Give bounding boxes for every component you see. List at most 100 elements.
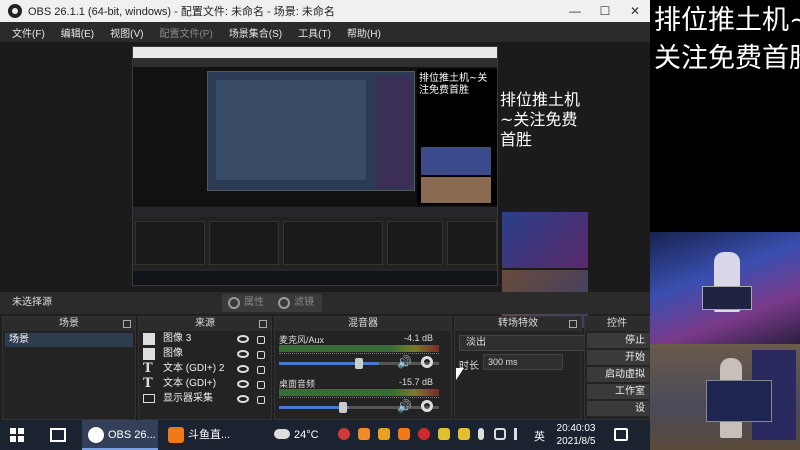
start-virtual-camera-button[interactable]: 启动虚拟 <box>587 367 649 382</box>
weather-temp: 24°C <box>294 429 319 441</box>
close-button[interactable]: ✕ <box>620 0 650 22</box>
menu-view[interactable]: 视图(V) <box>110 25 143 40</box>
lock-icon[interactable] <box>257 351 265 359</box>
mixer-title: 混音器 <box>348 318 378 329</box>
menu-tools[interactable]: 工具(T) <box>298 25 331 40</box>
tray-app-icon[interactable] <box>398 428 410 440</box>
source-item[interactable]: T 文本 (GDI+) <box>139 377 271 391</box>
menu-scene-collection[interactable]: 场景集合(S) <box>229 25 282 40</box>
minimize-button[interactable]: — <box>560 0 590 22</box>
mixer-channel: 麦克风/Aux -4.1 dB 🔊 <box>275 331 451 375</box>
menu-edit[interactable]: 编辑(E) <box>61 25 94 40</box>
preview-canvas[interactable]: 排位推土机~关注免费首胜 排位推土机~关注免费首胜 <box>0 42 650 328</box>
nested-title-bar <box>133 47 497 58</box>
menu-help[interactable]: 帮助(H) <box>347 25 381 40</box>
lock-icon[interactable] <box>257 366 265 374</box>
clock-time: 20:40:03 <box>556 423 596 434</box>
visibility-eye-icon[interactable] <box>237 335 249 343</box>
mixer-channel: 桌面音频 -15.7 dB 🔊 <box>275 375 451 419</box>
volume-slider-fill[interactable] <box>279 362 379 365</box>
nested-dock <box>447 221 497 265</box>
nested-taskbar <box>133 271 497 285</box>
nested-inner-b <box>376 76 412 188</box>
studio-mode-button[interactable]: 工作室 <box>587 384 649 399</box>
speaker-icon[interactable]: 🔊 <box>397 399 412 413</box>
tray-app-icon[interactable] <box>458 428 470 440</box>
gear-icon[interactable] <box>421 356 433 368</box>
settings-button[interactable]: 设 <box>587 401 649 416</box>
nested-side-panel: 排位推土机~关注免费首胜 <box>417 69 497 205</box>
overlay-line-2: 关注免费首胜 <box>654 43 800 74</box>
taskbar-app-obs[interactable]: OBS 26... <box>82 420 158 450</box>
source-item[interactable]: 显示器采集 <box>139 392 271 406</box>
taskbar-app-douyu[interactable]: 斗鱼直... <box>162 420 238 450</box>
title-bar[interactable]: OBS 26.1.1 (64-bit, windows) - 配置文件: 未命名… <box>0 0 650 22</box>
text-icon: T <box>143 361 153 376</box>
volume-meter <box>279 389 439 396</box>
lock-icon[interactable] <box>257 381 265 389</box>
visibility-eye-icon[interactable] <box>237 350 249 358</box>
windows-start-icon[interactable] <box>10 428 24 442</box>
weather-widget[interactable]: 24°C <box>274 426 319 444</box>
maximize-button[interactable]: ☐ <box>590 0 620 22</box>
properties-button[interactable]: 属性 <box>222 294 272 312</box>
tray-app-icon[interactable] <box>378 428 390 440</box>
scene-item[interactable]: 场景 <box>5 333 133 347</box>
source-label: 图像 3 <box>163 333 192 344</box>
stop-streaming-button[interactable]: 停止 <box>587 333 649 348</box>
visibility-eye-icon[interactable] <box>237 395 249 403</box>
volume-icon[interactable] <box>514 428 526 440</box>
controls-dock: 控件 停止 开始 启动虚拟 工作室 设 <box>584 316 650 420</box>
source-label: 文本 (GDI+) <box>163 378 217 389</box>
lock-icon[interactable] <box>257 336 265 344</box>
usb-icon[interactable] <box>478 428 484 440</box>
undock-icon[interactable] <box>123 320 131 328</box>
tray-app-icon[interactable] <box>418 428 430 440</box>
tray-app-icon[interactable] <box>438 428 450 440</box>
source-item[interactable]: T 文本 (GDI+) 2 <box>139 362 271 376</box>
visibility-eye-icon[interactable] <box>237 365 249 373</box>
source-item[interactable]: 图像 <box>139 347 271 361</box>
network-icon[interactable] <box>494 428 506 440</box>
undock-icon[interactable] <box>259 320 267 328</box>
source-label: 显示器采集 <box>163 393 213 404</box>
nested-dock <box>387 221 443 265</box>
channel-db: -4.1 dB <box>403 333 433 343</box>
nested-cam2 <box>421 177 491 203</box>
nested-dock <box>135 221 205 265</box>
volume-slider-handle[interactable] <box>355 358 363 369</box>
taskbar-clock[interactable]: 20:40:03 2021/8/5 <box>548 422 604 448</box>
speaker-icon[interactable]: 🔊 <box>397 355 412 369</box>
menu-file[interactable]: 文件(F) <box>12 25 45 40</box>
source-item[interactable]: 图像 3 <box>139 332 271 346</box>
tray-app-icon[interactable] <box>338 428 350 440</box>
monitor-icon <box>143 394 155 403</box>
gear-icon[interactable] <box>421 400 433 412</box>
obs-app-icon <box>88 427 104 443</box>
ime-indicator[interactable]: 英 <box>534 428 545 444</box>
task-view-icon[interactable] <box>50 428 66 442</box>
start-recording-button[interactable]: 开始 <box>587 350 649 365</box>
sources-title: 来源 <box>195 318 215 329</box>
mouse-cursor-icon <box>456 368 464 380</box>
nested-menu-bar <box>133 58 497 67</box>
filters-button[interactable]: 滤镜 <box>272 294 322 312</box>
duration-input[interactable]: 300 ms <box>483 354 563 370</box>
volume-slider-handle[interactable] <box>339 402 347 413</box>
lock-icon[interactable] <box>257 396 265 404</box>
undock-icon[interactable] <box>569 320 577 328</box>
transition-select[interactable]: 淡出 <box>459 335 585 351</box>
mixer-dock: 混音器 麦克风/Aux -4.1 dB 🔊 桌面音频 -15.7 dB 🔊 <box>274 316 452 420</box>
menu-profile[interactable]: 配置文件(P) <box>159 25 212 40</box>
preview-camera-1 <box>502 212 588 268</box>
text-icon: T <box>143 376 153 391</box>
notification-icon[interactable] <box>614 428 628 441</box>
tray-app-icon[interactable] <box>358 428 370 440</box>
scenes-header: 场景 <box>3 317 135 331</box>
menu-bar: 文件(F) 编辑(E) 视图(V) 配置文件(P) 场景集合(S) 工具(T) … <box>0 22 650 42</box>
nested-inner-capture <box>207 71 415 191</box>
visibility-eye-icon[interactable] <box>237 380 249 388</box>
scenes-dock: 场景 场景 <box>2 316 136 420</box>
image-icon <box>143 348 155 360</box>
meter-ticks <box>279 397 439 402</box>
